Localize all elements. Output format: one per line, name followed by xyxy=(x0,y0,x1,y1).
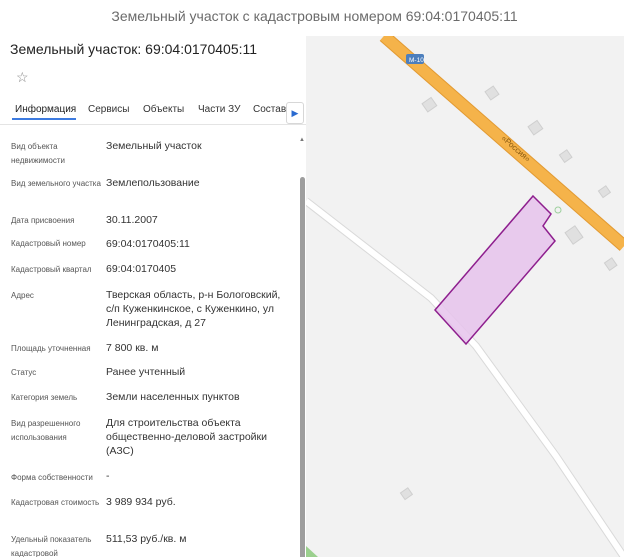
tab-services[interactable]: Сервисы xyxy=(88,104,129,115)
row-label: Статус xyxy=(11,368,37,377)
building xyxy=(421,96,438,113)
building xyxy=(399,487,414,501)
poi-marker xyxy=(554,206,562,214)
building xyxy=(484,85,500,101)
row-label: Дата присвоения xyxy=(11,216,75,225)
scrollbar-thumb[interactable] xyxy=(300,177,305,557)
building xyxy=(527,119,544,136)
star-outline-icon[interactable]: ☆ xyxy=(16,69,29,86)
green-area xyxy=(306,546,318,557)
row-value: 69:04:0170405:11 xyxy=(106,238,190,250)
row-label: Площадь уточненная xyxy=(11,344,91,353)
building xyxy=(603,257,618,272)
row-label: Удельный показатель кадастровой xyxy=(11,535,92,557)
map-canvas[interactable]: «Россия» М-10 xyxy=(306,36,624,557)
tab-information[interactable]: Информация xyxy=(15,104,76,115)
row-value: Землепользование xyxy=(106,177,200,189)
road-badge: М-10 xyxy=(409,57,424,64)
tab-composition[interactable]: Состав xyxy=(253,104,286,115)
tabs-divider xyxy=(0,124,306,125)
row-value: Земельный участок xyxy=(106,140,202,152)
card-title: Земельный участок: 69:04:0170405:11 xyxy=(10,41,258,57)
row-value: Тверская область, р-н Бологовский, с/п К… xyxy=(106,289,281,329)
chevron-right-icon[interactable]: ▶ xyxy=(286,102,304,124)
tab-objects[interactable]: Объекты xyxy=(143,104,184,115)
row-label: Вид объекта недвижимости xyxy=(11,142,65,165)
secondary-road-edge xyxy=(306,197,624,557)
row-value: - xyxy=(106,470,110,482)
row-value: 69:04:0170405 xyxy=(106,263,177,275)
building xyxy=(564,225,584,245)
parcel-polygon[interactable] xyxy=(433,194,556,346)
page-title: Земельный участок с кадастровым номером … xyxy=(111,8,518,24)
row-value: Ранее учтенный xyxy=(106,366,186,378)
row-label: Адрес xyxy=(11,291,34,300)
scroll-up-icon[interactable]: ▲ xyxy=(299,137,305,143)
row-value: Земли населенных пунктов xyxy=(106,391,240,403)
secondary-road xyxy=(306,198,624,557)
row-value: Для строительства объекта общественно-де… xyxy=(106,417,268,457)
active-tab-indicator xyxy=(12,118,76,120)
row-label: Категория земель xyxy=(11,393,78,402)
row-label: Кадастровый номер xyxy=(11,239,86,248)
tab-parcel-parts[interactable]: Части ЗУ xyxy=(198,104,240,115)
building xyxy=(558,149,573,164)
building xyxy=(597,185,612,199)
row-label: Вид земельного участка xyxy=(11,179,101,188)
row-value: 511,53 руб./кв. м xyxy=(106,533,187,545)
row-value: 30.11.2007 xyxy=(106,214,158,226)
map-view[interactable]: «Россия» М-10 xyxy=(306,36,624,557)
row-label: Кадастровая стоимость xyxy=(11,498,100,507)
row-label: Вид разрешенного использования xyxy=(11,419,81,442)
row-label: Кадастровый квартал xyxy=(11,265,92,274)
row-value: 3 989 934 руб. xyxy=(106,496,176,508)
row-label: Форма собственности xyxy=(11,473,93,482)
tab-bar: Информация Сервисы Объекты Части ЗУ Сост… xyxy=(0,98,306,124)
info-panel: Земельный участок: 69:04:0170405:11 ☆ Ин… xyxy=(0,36,306,557)
row-value: 7 800 кв. м xyxy=(106,342,159,354)
